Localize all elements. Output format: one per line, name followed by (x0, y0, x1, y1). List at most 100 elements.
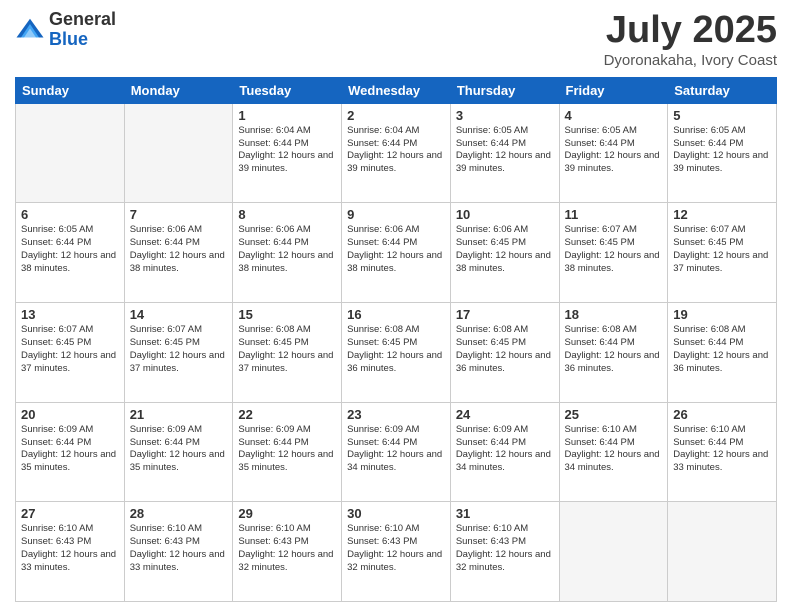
day-number: 25 (565, 407, 663, 422)
calendar-cell: 18 Sunrise: 6:08 AM Sunset: 6:44 PM Dayli… (559, 303, 668, 403)
calendar-week-4: 20Sunrise: 6:09 AM Sunset: 6:44 PM Dayli… (16, 402, 777, 502)
day-number: 11 (565, 207, 663, 222)
calendar-cell: 19 Sunrise: 6:08 AM Sunset: 6:44 PM Dayli… (668, 303, 777, 403)
day-number: 1 (238, 108, 336, 123)
calendar-cell: 30 Sunrise: 6:10 AM Sunset: 6:43 PM Dayli… (342, 502, 451, 602)
day-info: Sunrise: 6:08 AM Sunset: 6:45 PM Dayligh… (238, 324, 336, 375)
calendar-cell: 29 Sunrise: 6:10 AM Sunset: 6:43 PM Dayli… (233, 502, 342, 602)
day-number: 29 (238, 506, 336, 521)
calendar-week-3: 13 Sunrise: 6:07 AM Sunset: 6:45 PM Dayli… (16, 303, 777, 403)
calendar-cell (124, 103, 233, 203)
calendar-cell (16, 103, 125, 203)
day-info: Sunrise: 6:10 AM Sunset: 6:43 PM Dayligh… (130, 523, 228, 574)
day-number: 28 (130, 506, 228, 521)
day-number: 16 (347, 307, 445, 322)
day-number: 5 (673, 108, 771, 123)
header: General Blue July 2025 Dyoronakaha, Ivor… (15, 10, 777, 69)
calendar-cell: 23Sunrise: 6:09 AM Sunset: 6:44 PM Dayli… (342, 402, 451, 502)
day-number: 15 (238, 307, 336, 322)
day-number: 4 (565, 108, 663, 123)
day-info: Sunrise: 6:05 AM Sunset: 6:44 PM Dayligh… (21, 224, 119, 275)
col-header-tuesday: Tuesday (233, 77, 342, 103)
day-number: 7 (130, 207, 228, 222)
day-info: Sunrise: 6:09 AM Sunset: 6:44 PM Dayligh… (130, 424, 228, 475)
day-info: Sunrise: 6:10 AM Sunset: 6:44 PM Dayligh… (565, 424, 663, 475)
day-info: Sunrise: 6:08 AM Sunset: 6:45 PM Dayligh… (456, 324, 554, 375)
calendar-cell: 14 Sunrise: 6:07 AM Sunset: 6:45 PM Dayli… (124, 303, 233, 403)
calendar-cell: 12 Sunrise: 6:07 AM Sunset: 6:45 PM Dayli… (668, 203, 777, 303)
calendar-cell: 3 Sunrise: 6:05 AM Sunset: 6:44 PM Daylig… (450, 103, 559, 203)
calendar-cell: 22 Sunrise: 6:09 AM Sunset: 6:44 PM Dayli… (233, 402, 342, 502)
day-info: Sunrise: 6:10 AM Sunset: 6:43 PM Dayligh… (456, 523, 554, 574)
day-info: Sunrise: 6:07 AM Sunset: 6:45 PM Dayligh… (21, 324, 119, 375)
day-info: Sunrise: 6:10 AM Sunset: 6:43 PM Dayligh… (238, 523, 336, 574)
calendar-cell: 31 Sunrise: 6:10 AM Sunset: 6:43 PM Dayli… (450, 502, 559, 602)
day-number: 19 (673, 307, 771, 322)
calendar-cell: 27 Sunrise: 6:10 AM Sunset: 6:43 PM Dayli… (16, 502, 125, 602)
col-header-saturday: Saturday (668, 77, 777, 103)
calendar-week-5: 27 Sunrise: 6:10 AM Sunset: 6:43 PM Dayli… (16, 502, 777, 602)
day-info: Sunrise: 6:04 AM Sunset: 6:44 PM Dayligh… (238, 125, 336, 176)
calendar-cell: 10 Sunrise: 6:06 AM Sunset: 6:45 PM Dayli… (450, 203, 559, 303)
calendar-cell: 21Sunrise: 6:09 AM Sunset: 6:44 PM Dayli… (124, 402, 233, 502)
calendar-cell: 13 Sunrise: 6:07 AM Sunset: 6:45 PM Dayli… (16, 303, 125, 403)
day-number: 26 (673, 407, 771, 422)
day-info: Sunrise: 6:08 AM Sunset: 6:44 PM Dayligh… (565, 324, 663, 375)
day-info: Sunrise: 6:05 AM Sunset: 6:44 PM Dayligh… (456, 125, 554, 176)
logo: General Blue (15, 10, 116, 50)
day-info: Sunrise: 6:07 AM Sunset: 6:45 PM Dayligh… (673, 224, 771, 275)
day-number: 12 (673, 207, 771, 222)
subtitle: Dyoronakaha, Ivory Coast (604, 52, 777, 69)
col-header-monday: Monday (124, 77, 233, 103)
calendar-week-1: 1 Sunrise: 6:04 AM Sunset: 6:44 PM Daylig… (16, 103, 777, 203)
calendar-cell: 4 Sunrise: 6:05 AM Sunset: 6:44 PM Daylig… (559, 103, 668, 203)
calendar-cell: 8Sunrise: 6:06 AM Sunset: 6:44 PM Daylig… (233, 203, 342, 303)
calendar-cell: 6 Sunrise: 6:05 AM Sunset: 6:44 PM Daylig… (16, 203, 125, 303)
day-number: 9 (347, 207, 445, 222)
day-info: Sunrise: 6:10 AM Sunset: 6:43 PM Dayligh… (347, 523, 445, 574)
page: General Blue July 2025 Dyoronakaha, Ivor… (0, 0, 792, 612)
col-header-friday: Friday (559, 77, 668, 103)
logo-text: General Blue (49, 10, 116, 50)
day-info: Sunrise: 6:10 AM Sunset: 6:44 PM Dayligh… (673, 424, 771, 475)
day-number: 24 (456, 407, 554, 422)
day-info: Sunrise: 6:06 AM Sunset: 6:45 PM Dayligh… (456, 224, 554, 275)
day-info: Sunrise: 6:04 AM Sunset: 6:44 PM Dayligh… (347, 125, 445, 176)
day-number: 31 (456, 506, 554, 521)
day-number: 23 (347, 407, 445, 422)
day-info: Sunrise: 6:05 AM Sunset: 6:44 PM Dayligh… (565, 125, 663, 176)
calendar-cell: 2Sunrise: 6:04 AM Sunset: 6:44 PM Daylig… (342, 103, 451, 203)
day-number: 27 (21, 506, 119, 521)
day-number: 8 (238, 207, 336, 222)
day-number: 22 (238, 407, 336, 422)
calendar-cell: 20Sunrise: 6:09 AM Sunset: 6:44 PM Dayli… (16, 402, 125, 502)
day-number: 3 (456, 108, 554, 123)
logo-blue: Blue (49, 29, 88, 49)
day-number: 30 (347, 506, 445, 521)
calendar-cell: 1 Sunrise: 6:04 AM Sunset: 6:44 PM Daylig… (233, 103, 342, 203)
day-info: Sunrise: 6:09 AM Sunset: 6:44 PM Dayligh… (21, 424, 119, 475)
day-number: 14 (130, 307, 228, 322)
calendar-table: SundayMondayTuesdayWednesdayThursdayFrid… (15, 77, 777, 602)
day-info: Sunrise: 6:09 AM Sunset: 6:44 PM Dayligh… (238, 424, 336, 475)
day-info: Sunrise: 6:08 AM Sunset: 6:45 PM Dayligh… (347, 324, 445, 375)
day-number: 10 (456, 207, 554, 222)
calendar-cell (668, 502, 777, 602)
calendar-cell: 25 Sunrise: 6:10 AM Sunset: 6:44 PM Dayli… (559, 402, 668, 502)
calendar-cell: 7 Sunrise: 6:06 AM Sunset: 6:44 PM Daylig… (124, 203, 233, 303)
day-info: Sunrise: 6:09 AM Sunset: 6:44 PM Dayligh… (456, 424, 554, 475)
col-header-sunday: Sunday (16, 77, 125, 103)
day-number: 17 (456, 307, 554, 322)
day-info: Sunrise: 6:08 AM Sunset: 6:44 PM Dayligh… (673, 324, 771, 375)
day-info: Sunrise: 6:06 AM Sunset: 6:44 PM Dayligh… (130, 224, 228, 275)
day-info: Sunrise: 6:07 AM Sunset: 6:45 PM Dayligh… (130, 324, 228, 375)
day-info: Sunrise: 6:05 AM Sunset: 6:44 PM Dayligh… (673, 125, 771, 176)
calendar-cell: 5 Sunrise: 6:05 AM Sunset: 6:44 PM Daylig… (668, 103, 777, 203)
day-number: 6 (21, 207, 119, 222)
day-info: Sunrise: 6:07 AM Sunset: 6:45 PM Dayligh… (565, 224, 663, 275)
calendar-cell: 11 Sunrise: 6:07 AM Sunset: 6:45 PM Dayli… (559, 203, 668, 303)
day-number: 13 (21, 307, 119, 322)
day-info: Sunrise: 6:10 AM Sunset: 6:43 PM Dayligh… (21, 523, 119, 574)
day-number: 18 (565, 307, 663, 322)
calendar-header-row: SundayMondayTuesdayWednesdayThursdayFrid… (16, 77, 777, 103)
